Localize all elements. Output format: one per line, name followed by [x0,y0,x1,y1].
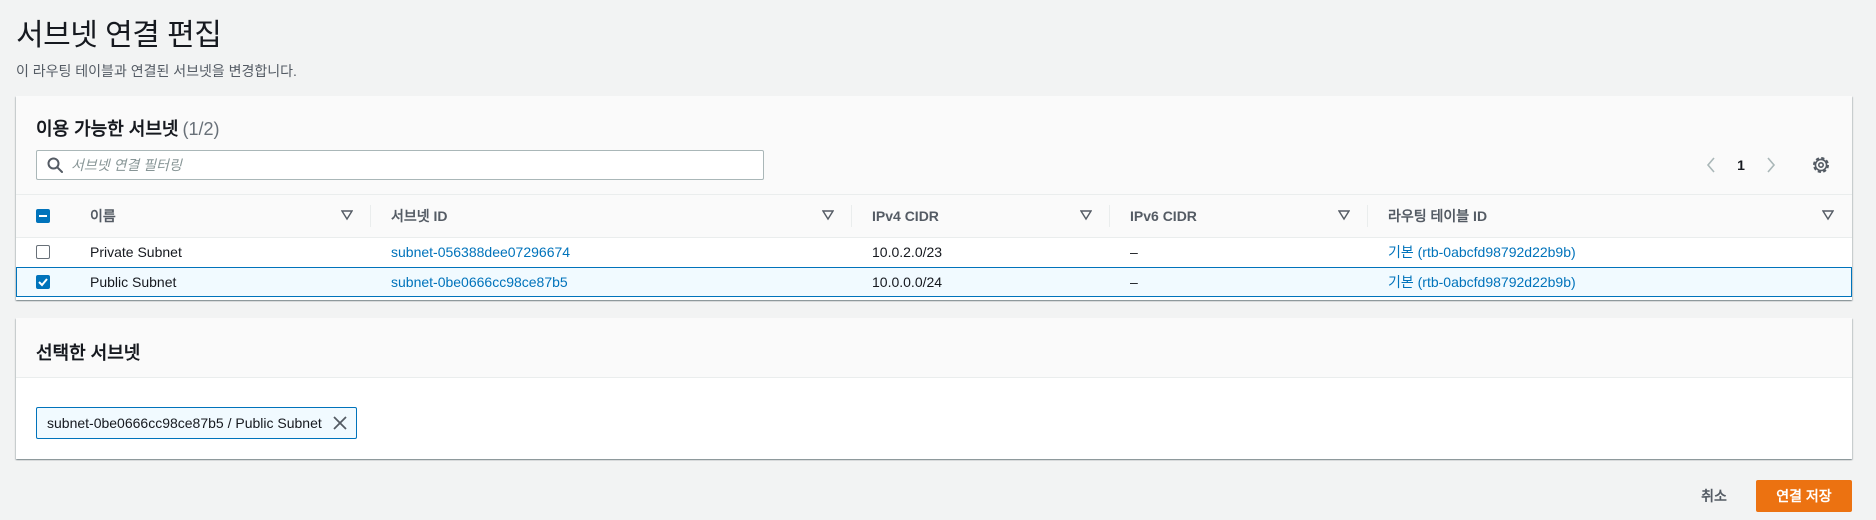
available-subnets-title-text: 이용 가능한 서브넷 [36,119,179,139]
column-header-label: IPv6 CIDR [1130,207,1197,224]
column-header-route-table[interactable]: 라우팅 테이블 ID [1368,195,1852,238]
cell-ipv4: 10.0.0.0/24 [852,267,1110,297]
cell-route-table[interactable]: 기본 (rtb-0abcfd98792d22b9b) [1368,237,1852,267]
column-header-label: 서브넷 ID [391,207,448,224]
filter-input[interactable] [71,151,751,179]
caret-down-icon [1822,210,1834,221]
cell-ipv6: – [1110,267,1368,297]
row-checkbox[interactable] [36,245,50,259]
table-row[interactable]: Public Subnet subnet-0be0666cc98ce87b5 1… [16,267,1852,297]
caret-down-icon [1338,210,1350,221]
pagination: 1 [1696,153,1786,177]
gear-icon[interactable] [1810,154,1832,176]
cell-name: Public Subnet [70,267,371,297]
token-label: subnet-0be0666cc98ce87b5 / Public Subnet [47,415,322,431]
caret-down-icon [1080,210,1092,221]
cell-name: Private Subnet [90,244,182,260]
checkmark-icon [38,278,48,287]
available-subnets-panel: 이용 가능한 서브넷(1/2) 1 이름 [16,96,1852,300]
column-header-label: 이름 [90,207,116,224]
close-icon[interactable] [330,413,350,433]
selected-subnets-title: 선택한 서브넷 [36,343,141,363]
next-page-button[interactable] [1756,153,1786,177]
cell-ipv4: 10.0.2.0/23 [872,244,943,260]
chevron-right-icon [1767,157,1776,173]
select-all-cell [16,195,70,238]
select-all-checkbox[interactable] [36,208,50,223]
cell-subnet-id[interactable]: subnet-0be0666cc98ce87b5 [371,267,852,297]
selected-subnets-panel: 선택한 서브넷 subnet-0be0666cc98ce87b5 / Publi… [16,318,1852,459]
column-header-subnet-id[interactable]: 서브넷 ID [371,195,852,238]
selected-subnets-header: 선택한 서브넷 [16,318,1852,378]
search-icon [47,157,63,173]
row-checkbox-cell [16,267,70,297]
page-number[interactable]: 1 [1726,157,1756,173]
subnet-table: 이름 서브넷 ID IPv4 CIDR IPv6 CIDR 라우팅 테이블 ID… [16,195,1852,297]
save-association-button[interactable]: 연결 저장 [1756,480,1852,512]
available-subnets-header: 이용 가능한 서브넷(1/2) 1 [16,96,1852,195]
column-header-label: IPv4 CIDR [872,207,939,224]
column-header-ipv4[interactable]: IPv4 CIDR [852,195,1110,238]
page-description: 이 라우팅 테이블과 연결된 서브넷을 변경합니다. [16,63,297,79]
cancel-button[interactable]: 취소 [1690,480,1738,512]
page-title: 서브넷 연결 편집 [16,19,222,52]
row-checkbox-cell [16,237,70,267]
cell-subnet-id[interactable]: subnet-056388dee07296674 [371,237,852,267]
table-header-row: 이름 서브넷 ID IPv4 CIDR IPv6 CIDR 라우팅 테이블 ID [16,195,1852,238]
cell-ipv6: – [1130,244,1138,260]
selected-subnet-token: subnet-0be0666cc98ce87b5 / Public Subnet [36,407,357,439]
column-header-name[interactable]: 이름 [70,195,371,238]
prev-page-button[interactable] [1696,153,1726,177]
selection-count: (1/2) [182,119,220,139]
filter-box[interactable] [36,150,764,180]
caret-down-icon [822,210,834,221]
row-checkbox[interactable] [36,275,50,290]
table-row[interactable]: Private Subnet subnet-056388dee07296674 … [16,237,1852,267]
cell-route-table[interactable]: 기본 (rtb-0abcfd98792d22b9b) [1368,267,1852,297]
caret-down-icon [341,210,353,221]
available-subnets-title: 이용 가능한 서브넷 (1/2) [36,115,220,141]
chevron-left-icon [1706,157,1715,173]
column-header-label: 라우팅 테이블 ID [1388,207,1488,224]
column-header-ipv6[interactable]: IPv6 CIDR [1110,195,1368,238]
